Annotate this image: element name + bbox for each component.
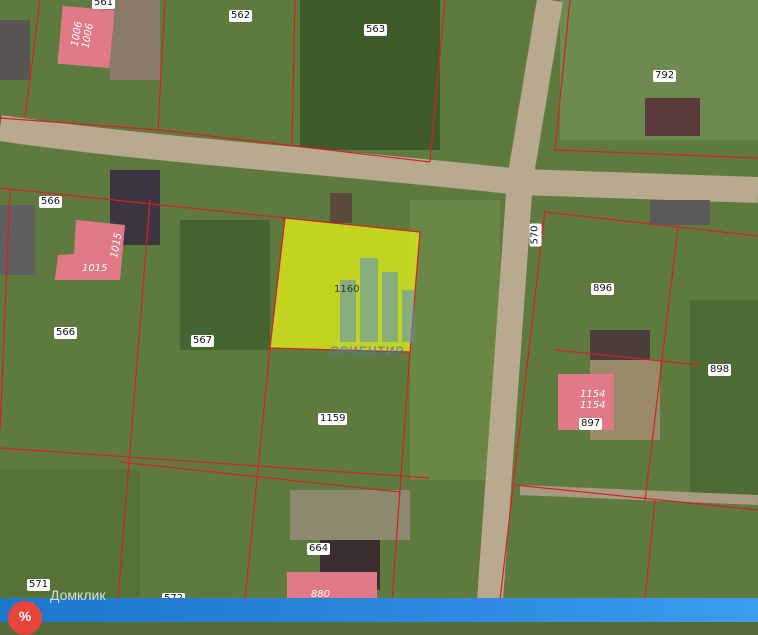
brand-name: Домклик [50,587,106,603]
tree-patch [180,220,270,350]
parcel-label-664: 664 [307,543,331,555]
building-label-line: 1154 [580,389,606,400]
roof [650,200,710,225]
parcel-label-563: 563 [364,24,388,36]
roof [330,193,352,223]
roof [0,20,30,80]
parcel-label-567: 567 [191,335,215,347]
building-label-1006: 1006 1006 [70,21,96,50]
building-880[interactable] [287,572,377,600]
yard [110,0,160,80]
parcel-label-896: 896 [591,283,615,295]
tree-patch [690,300,758,500]
satellite-map[interactable] [0,0,758,622]
parcel-label-792: 792 [653,70,677,82]
roof [0,205,35,275]
parcel-label-1159: 1159 [318,413,348,425]
parcel-label-570: 570 [529,223,542,247]
watermark-text: ОРИЕНТИР [330,344,405,358]
parcel-label-897: 897 [579,418,603,430]
parcel-label-571: 571 [27,579,51,591]
roof [590,330,650,360]
building-label-1015: 1015 [82,263,107,274]
field-patch [410,200,500,480]
forest-patch [300,0,440,150]
building-label-line: 1154 [580,400,606,411]
parcel-label-566: 566 [54,327,78,339]
building-label-line: 1015 [82,263,108,274]
footer-bar [0,598,758,622]
parcel-label-562: 562 [229,10,253,22]
roof [645,98,700,136]
parcel-label-561: 561 [92,0,116,9]
selected-parcel-label: 1160 [334,284,360,295]
parcel-label-566: 566 [39,196,63,208]
building-label-1154: 1154 1154 [580,389,605,411]
domclick-logo-icon[interactable]: % [8,601,42,635]
parcel-label-898: 898 [708,364,732,376]
yard [290,490,410,540]
